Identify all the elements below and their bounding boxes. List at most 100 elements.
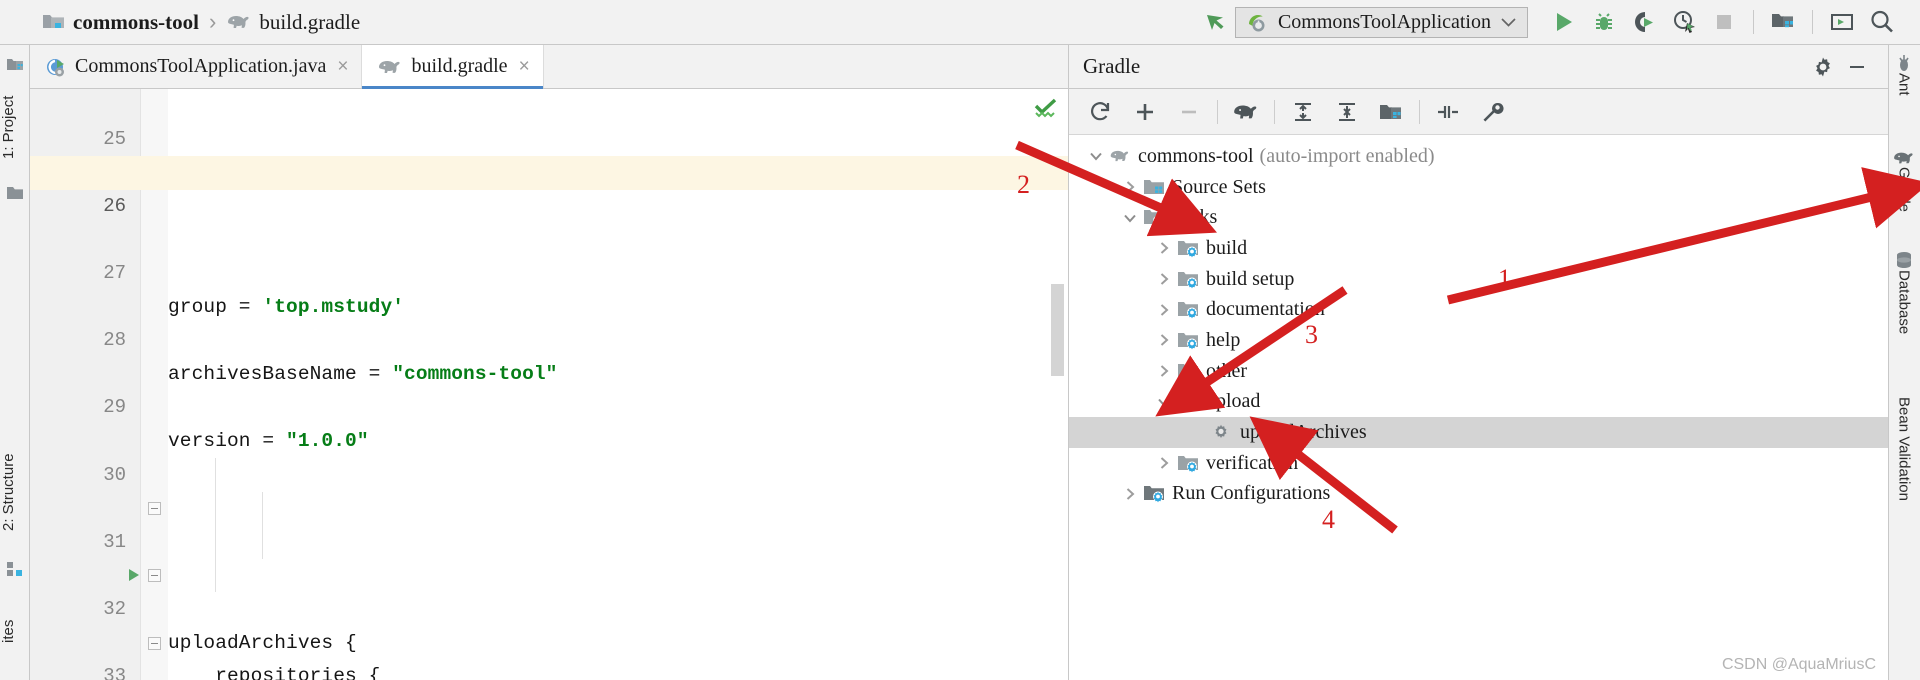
gradle-tree-row-run-configurations[interactable]: Run Configurations: [1069, 479, 1888, 510]
sidebar-item-bean-validation[interactable]: Bean Validation: [1888, 397, 1920, 501]
gradle-task-tree[interactable]: commons-tool (auto-import enabled) Source …: [1069, 135, 1888, 509]
sidebar-item-ant[interactable]: Ant: [1888, 53, 1920, 96]
gradle-tree-row-source-sets[interactable]: Source Sets: [1069, 172, 1888, 203]
profiler-icon[interactable]: [1664, 2, 1704, 42]
project-structure-icon[interactable]: [1763, 2, 1803, 42]
chevron-right-icon[interactable]: [1151, 271, 1177, 287]
gradle-tree-row-tasks[interactable]: Tasks: [1069, 202, 1888, 233]
gear-icon[interactable]: [1806, 50, 1840, 84]
terminal-icon[interactable]: [1822, 2, 1862, 42]
gradle-tree-label: Run Configurations: [1172, 482, 1331, 505]
line-number: 31: [103, 530, 126, 553]
run-configuration-selector[interactable]: CommonsToolApplication: [1234, 6, 1528, 38]
gradle-tree-row-commons-tool[interactable]: commons-tool (auto-import enabled): [1069, 141, 1888, 172]
code-line: 25: [30, 89, 1068, 150]
gradle-tree-row-documentation[interactable]: documentation: [1069, 294, 1888, 325]
chevron-right-icon[interactable]: [1117, 179, 1143, 195]
gradle-elephant-icon[interactable]: [1224, 92, 1268, 132]
line-text: repositories {: [168, 665, 381, 680]
gradle-toolbar-divider: [1217, 99, 1218, 124]
tab-label: build.gradle: [411, 55, 508, 77]
gradle-task-gear-icon: [1211, 423, 1233, 443]
gradle-panel-title: Gradle: [1083, 54, 1141, 78]
minimize-icon[interactable]: [1840, 50, 1874, 84]
gradle-tree-label: upload: [1206, 390, 1261, 413]
project-icon[interactable]: [6, 57, 24, 75]
line-number: 25: [103, 127, 126, 150]
gradle-tree-row-build-setup[interactable]: build setup: [1069, 264, 1888, 295]
folder-icon[interactable]: [6, 185, 24, 203]
gradle-tree-row-help[interactable]: help: [1069, 325, 1888, 356]
chevron-right-icon[interactable]: [1151, 363, 1177, 379]
back-arrow-icon[interactable]: [1195, 2, 1235, 42]
sidebar-item-gradle[interactable]: Gradle: [1888, 149, 1920, 212]
gradle-tree-row-verification[interactable]: verification: [1069, 448, 1888, 479]
inspection-ok-icon[interactable]: [1034, 97, 1058, 119]
editor-area: CommonsToolApplication.java × build.grad…: [30, 45, 1068, 680]
breadcrumb-project[interactable]: commons-tool: [73, 10, 199, 35]
code-line: 28 archivesBaseName = "commons-tool": [30, 291, 1068, 385]
gradle-tree-row-build[interactable]: build: [1069, 233, 1888, 264]
toolbar-divider-2: [1812, 10, 1813, 34]
gradle-tree-suffix: (auto-import enabled): [1259, 144, 1435, 167]
fold-marker[interactable]: [148, 569, 161, 583]
code-line: 31 uploadArchives {: [30, 492, 1068, 654]
gradle-tree-label: build setup: [1206, 267, 1295, 290]
ant-icon: [1894, 53, 1914, 73]
fold-marker[interactable]: [148, 636, 161, 650]
tasks-folder-icon: [1177, 361, 1199, 381]
gradle-toolbar-divider-3: [1419, 99, 1420, 124]
gradle-tree-row-upload[interactable]: upload: [1069, 387, 1888, 418]
close-icon[interactable]: ×: [337, 56, 348, 78]
refresh-icon[interactable]: [1079, 92, 1123, 132]
tab-label: CommonsToolApplication.java: [75, 55, 327, 77]
chevron-down-icon[interactable]: [1083, 148, 1109, 164]
gradle-tree-row-other[interactable]: other: [1069, 356, 1888, 387]
structure-icon[interactable]: [6, 561, 24, 579]
tab-commonstoolapplication-java[interactable]: CommonsToolApplication.java ×: [30, 45, 363, 88]
sidebar-item-database[interactable]: Database: [1888, 250, 1920, 334]
tab-build-gradle[interactable]: build.gradle ×: [362, 45, 544, 89]
sidebar-item-project[interactable]: 1: Project: [0, 79, 30, 175]
tasks-folder-icon: [1177, 392, 1199, 412]
collapse-all-icon[interactable]: [1325, 92, 1369, 132]
search-icon[interactable]: [1862, 2, 1902, 42]
chevron-right-icon[interactable]: [1117, 486, 1143, 502]
fold-marker[interactable]: [148, 502, 161, 516]
gradle-tree-row-uploadarchives[interactable]: uploadArchives: [1069, 417, 1888, 448]
rail-label-database: Database: [1895, 270, 1913, 335]
chevron-down-icon[interactable]: [1151, 394, 1177, 410]
run-configurations-folder-icon: [1143, 484, 1165, 504]
plus-icon[interactable]: [1123, 92, 1167, 132]
chevron-down-icon[interactable]: [1117, 210, 1143, 226]
toggle-offline-icon[interactable]: [1426, 92, 1470, 132]
source-sets-folder-icon: [1143, 177, 1165, 197]
chevron-right-icon[interactable]: [1151, 240, 1177, 256]
wrench-icon[interactable]: [1470, 92, 1514, 132]
gradle-elephant-icon: [226, 12, 252, 32]
close-icon[interactable]: ×: [519, 56, 530, 78]
project-structure-icon[interactable]: [1369, 92, 1413, 132]
debug-icon[interactable]: [1584, 2, 1624, 42]
gradle-tree-label: other: [1206, 359, 1248, 382]
sidebar-item-structure[interactable]: 2: Structure: [0, 435, 30, 550]
breadcrumb-file[interactable]: build.gradle: [259, 10, 360, 35]
editor-vertical-scrollbar[interactable]: [1051, 284, 1064, 376]
right-tool-rail: Ant Gradle Database Bean Validation: [1888, 45, 1920, 680]
gradle-tree-label: Tasks: [1172, 206, 1218, 229]
chevron-right-icon[interactable]: [1151, 332, 1177, 348]
code-editor[interactable]: 25 26 27 group = 'top.mstudy' 28 archive…: [30, 89, 1068, 680]
expand-all-icon[interactable]: [1281, 92, 1325, 132]
line-number: 33: [103, 665, 126, 680]
run-coverage-icon[interactable]: [1624, 2, 1664, 42]
code-line: 32 repositories {: [30, 559, 1068, 680]
sidebar-item-favorites[interactable]: ites: [0, 601, 30, 661]
chevron-right-icon[interactable]: [1151, 302, 1177, 318]
chevron-right-icon[interactable]: [1151, 455, 1177, 471]
toolbar-actions: CommonsToolApplication: [1195, 2, 1920, 42]
gradle-elephant-icon: [1892, 149, 1916, 167]
tasks-folder-icon: [1177, 300, 1199, 320]
run-icon[interactable]: [1544, 2, 1584, 42]
line-number: 30: [103, 463, 126, 486]
